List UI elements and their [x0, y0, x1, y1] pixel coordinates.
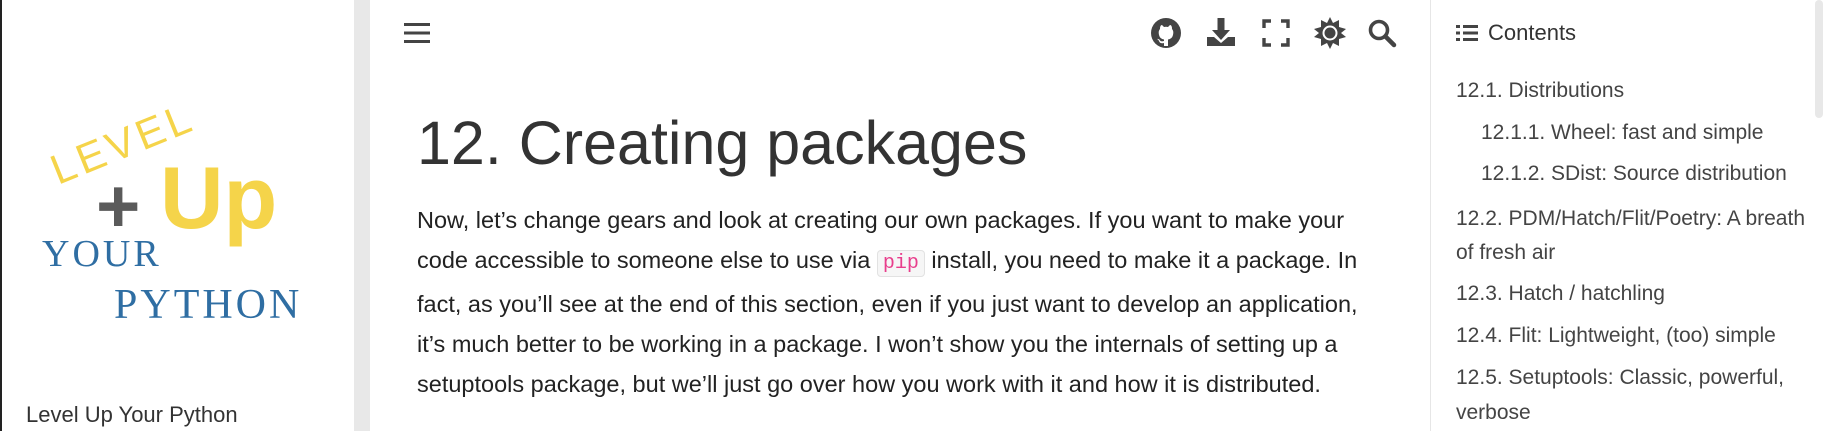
inline-code-pip: pip: [876, 250, 925, 277]
toc-header: Contents: [1456, 20, 1576, 46]
toc-header-label: Contents: [1488, 20, 1577, 45]
list-icon: [1456, 25, 1478, 41]
site-title[interactable]: Level Up Your Python: [26, 402, 238, 428]
logo-your: YOUR: [42, 233, 162, 275]
fullscreen-icon[interactable]: [1262, 19, 1290, 47]
page-title: 12. Creating packages: [417, 109, 1028, 177]
site-logo[interactable]: LEVEL + Up YOUR PYTHON: [38, 80, 338, 330]
search-icon[interactable]: [1367, 18, 1397, 48]
toc-item-distributions[interactable]: 12.1. Distributions: [1456, 75, 1624, 106]
toc-item-wheel[interactable]: 12.1.1. Wheel: fast and simple: [1481, 117, 1764, 148]
logo-up: Up: [160, 148, 277, 247]
toc-item-hatch[interactable]: 12.3. Hatch / hatchling: [1456, 278, 1665, 309]
toc-item-setuptools-cont[interactable]: verbose: [1456, 397, 1531, 428]
sidebar: LEVEL + Up YOUR PYTHON Level Up Your Pyt…: [2, 0, 354, 431]
main-content: 12. Creating packages Now, let’s change …: [370, 0, 1430, 431]
toc-panel: Contents 12.1. Distributions 12.1.1. Whe…: [1431, 0, 1831, 431]
sidebar-scrollbar[interactable]: [354, 0, 370, 431]
toc-item-setuptools[interactable]: 12.5. Setuptools: Classic, powerful,: [1456, 362, 1784, 393]
download-icon[interactable]: [1205, 16, 1237, 48]
theme-icon[interactable]: [1314, 17, 1346, 49]
toc-item-pdm-hatch-flit-poetry[interactable]: 12.2. PDM/Hatch/Flit/Poetry: A breath: [1456, 203, 1805, 234]
menu-icon[interactable]: [403, 19, 431, 47]
github-icon[interactable]: [1150, 17, 1182, 49]
toc-item-pdm-hatch-flit-poetry-cont[interactable]: of fresh air: [1456, 237, 1555, 268]
toc-scrollbar[interactable]: [1815, 0, 1823, 118]
intro-paragraph: Now, let’s change gears and look at crea…: [417, 200, 1392, 404]
logo-python: PYTHON: [114, 282, 302, 328]
toc-item-sdist[interactable]: 12.1.2. SDist: Source distribution: [1481, 158, 1787, 189]
toc-item-flit[interactable]: 12.4. Flit: Lightweight, (too) simple: [1456, 320, 1776, 351]
